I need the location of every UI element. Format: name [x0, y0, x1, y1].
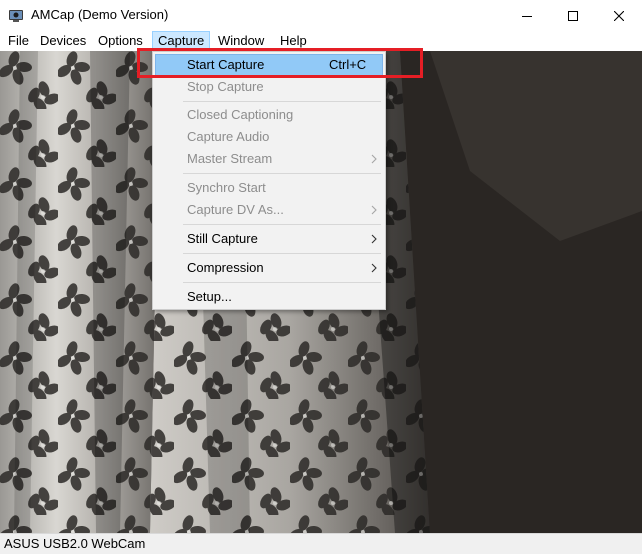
stop-capture-label: Stop Capture: [187, 79, 264, 94]
menu-item-capture-audio[interactable]: Capture Audio: [155, 126, 383, 148]
status-bar: ASUS USB2.0 WebCam: [0, 533, 642, 554]
closed-captioning-label: Closed Captioning: [187, 107, 294, 122]
menu-item-compression[interactable]: Compression: [155, 257, 383, 279]
menu-file[interactable]: File: [2, 31, 35, 50]
still-capture-label: Still Capture: [187, 231, 258, 246]
close-button[interactable]: [596, 0, 642, 31]
setup-label: Setup...: [187, 289, 232, 304]
menu-separator: [183, 224, 381, 225]
capture-audio-label: Capture Audio: [187, 129, 270, 144]
capture-menu-dropdown: Start Capture Ctrl+C Stop Capture Closed…: [152, 51, 386, 310]
menu-item-master-stream[interactable]: Master Stream: [155, 148, 383, 170]
minimize-button[interactable]: [504, 0, 550, 31]
menu-item-closed-captioning[interactable]: Closed Captioning: [155, 104, 383, 126]
capture-dv-as-label: Capture DV As...: [187, 202, 284, 217]
annotation-highlight-box: [137, 48, 423, 78]
close-icon: [614, 10, 624, 21]
synchro-start-label: Synchro Start: [187, 180, 266, 195]
menu-item-synchro-start[interactable]: Synchro Start: [155, 177, 383, 199]
maximize-button[interactable]: [550, 0, 596, 31]
menu-separator: [183, 282, 381, 283]
webcam-app-icon: [9, 10, 23, 22]
menu-item-setup[interactable]: Setup...: [155, 286, 383, 308]
master-stream-label: Master Stream: [187, 151, 273, 166]
device-status-text: ASUS USB2.0 WebCam: [4, 536, 146, 551]
chevron-right-icon: [371, 154, 377, 164]
menu-devices[interactable]: Devices: [34, 31, 92, 50]
compression-label: Compression: [187, 260, 264, 275]
maximize-icon: [568, 10, 578, 21]
menu-separator: [183, 173, 381, 174]
window-title: AMCap (Demo Version): [31, 7, 169, 22]
minimize-icon: [522, 15, 532, 17]
menu-separator: [183, 253, 381, 254]
chevron-right-icon: [371, 234, 377, 244]
menu-item-still-capture[interactable]: Still Capture: [155, 228, 383, 250]
menu-item-capture-dv-as[interactable]: Capture DV As...: [155, 199, 383, 221]
menu-separator: [183, 101, 381, 102]
menu-item-stop-capture[interactable]: Stop Capture: [155, 76, 383, 98]
title-bar: AMCap (Demo Version): [0, 0, 642, 31]
chevron-right-icon: [371, 205, 377, 215]
chevron-right-icon: [371, 263, 377, 273]
